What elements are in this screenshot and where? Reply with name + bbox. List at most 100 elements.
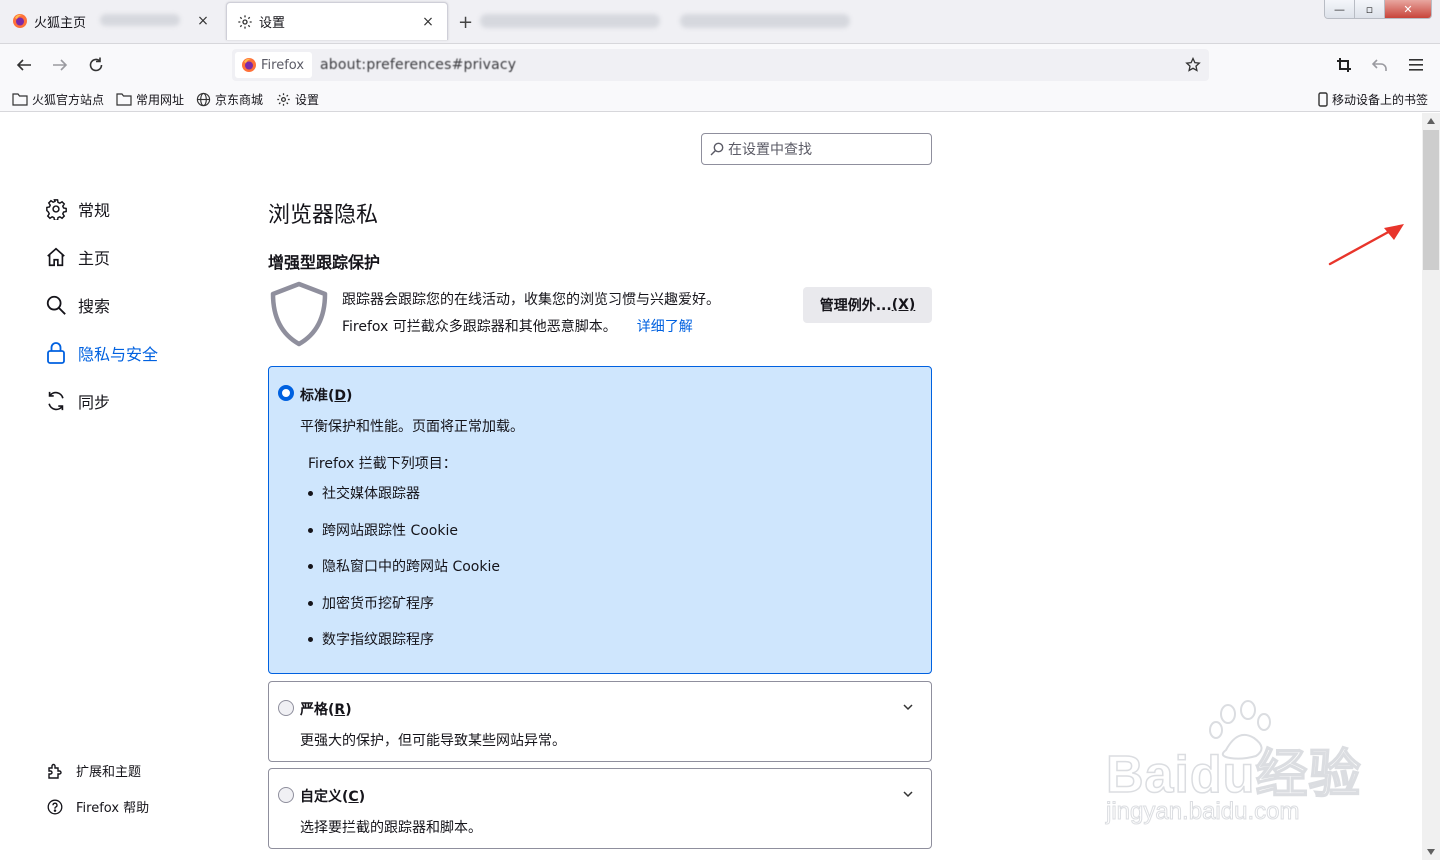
extensions-themes-link[interactable]: 扩展和主题 — [46, 761, 141, 780]
blocked-item-label: 社交媒体跟踪器 — [322, 486, 420, 502]
option-description: 平衡保护和性能。页面将正常加载。 — [300, 419, 524, 435]
option-label: 自定义 — [300, 789, 342, 805]
shield-icon — [270, 281, 328, 347]
folder-icon — [116, 93, 132, 106]
help-icon — [46, 798, 64, 816]
baidu-jingyan-watermark: Baidu经验 jingyan.baidu.com — [1100, 700, 1370, 830]
blocked-item: 隐私窗口中的跨网站 Cookie — [308, 556, 500, 576]
blocked-item-label: 跨网站跟踪性 Cookie — [322, 523, 458, 539]
option-label: 标准 — [300, 388, 328, 404]
blurred-tabs — [480, 8, 900, 34]
minimize-button[interactable]: — — [1325, 0, 1355, 18]
new-tab-button[interactable]: + — [458, 12, 473, 33]
radio-standard[interactable] — [278, 385, 294, 401]
footer-link-label: 扩展和主题 — [76, 765, 142, 780]
lock-icon — [44, 341, 68, 365]
reload-button[interactable] — [84, 53, 108, 77]
crop-icon — [1337, 58, 1351, 72]
option-title: 自定义(C) — [300, 789, 366, 805]
category-label: 常规 — [78, 201, 111, 220]
bookmark-item[interactable]: 常用网址 — [116, 90, 184, 108]
category-general[interactable]: 常规 — [44, 197, 110, 221]
globe-icon — [196, 92, 211, 106]
search-icon — [44, 293, 68, 317]
hamburger-menu-icon — [1409, 59, 1423, 71]
app-menu-button[interactable] — [1404, 53, 1428, 77]
category-label: 同步 — [78, 393, 111, 412]
scrollbar-thumb[interactable] — [1423, 130, 1439, 270]
home-icon — [44, 245, 68, 269]
chevron-down-icon[interactable] — [901, 787, 915, 801]
tab-strip: 火狐主页 × 设置 × + — ▫ ✕ — [0, 0, 1440, 44]
search-icon — [710, 142, 724, 156]
preferences-page: 在设置中查找 常规 主页 搜索 隐私与安全 同步 扩展和主题 Firefox 帮… — [0, 113, 1422, 860]
page-title: 浏览器隐私 — [268, 203, 379, 228]
option-title: 标准(D) — [300, 388, 353, 404]
accesskey: (X) — [891, 297, 916, 313]
option-custom[interactable]: 自定义(C) 选择要拦截的跟踪器和脚本。 — [268, 768, 932, 849]
annotation-arrow-icon — [1328, 224, 1404, 266]
scroll-up-arrow-icon[interactable] — [1422, 113, 1440, 129]
url-bar[interactable]: Firefox about:preferences#privacy — [232, 49, 1209, 81]
sync-icon — [44, 389, 68, 413]
bookmark-item[interactable]: 设置 — [276, 90, 319, 108]
identity-label: Firefox — [261, 57, 305, 73]
bullet — [308, 563, 313, 569]
vertical-scrollbar[interactable] — [1422, 113, 1440, 860]
category-home[interactable]: 主页 — [44, 245, 110, 269]
search-placeholder: 在设置中查找 — [728, 142, 812, 158]
bookmark-star-icon[interactable] — [1183, 55, 1203, 75]
blocked-item: 社交媒体跟踪器 — [308, 483, 420, 503]
window-controls: — ▫ ✕ — [1324, 0, 1432, 19]
chevron-down-icon[interactable] — [901, 700, 915, 714]
arrow-right-icon — [53, 59, 68, 71]
undo-button[interactable] — [1368, 53, 1392, 77]
bullet — [308, 527, 313, 533]
watermark-product: 经验 — [1255, 745, 1362, 805]
back-button[interactable] — [12, 53, 36, 77]
bookmark-label: 设置 — [295, 92, 320, 107]
radio-strict[interactable] — [278, 700, 294, 716]
option-label: 严格 — [300, 702, 328, 718]
restore-button[interactable]: ▫ — [1355, 0, 1385, 18]
scroll-down-arrow-icon[interactable] — [1422, 844, 1440, 860]
tab-settings[interactable]: 设置 × — [226, 2, 448, 40]
bookmark-item[interactable]: 京东商城 — [196, 90, 263, 108]
close-window-button[interactable]: ✕ — [1385, 0, 1431, 18]
blocked-item: 数字指纹跟踪程序 — [308, 629, 434, 649]
manage-exceptions-button[interactable]: 管理例外... (X) — [803, 287, 932, 323]
radio-custom[interactable] — [278, 787, 294, 803]
gear-icon — [44, 197, 68, 221]
url-text[interactable]: about:preferences#privacy — [320, 57, 516, 73]
forward-button[interactable] — [48, 53, 72, 77]
category-search[interactable]: 搜索 — [44, 293, 110, 317]
blocks-title: Firefox 拦截下列项目： — [308, 456, 457, 472]
option-title: 严格(R) — [300, 702, 352, 718]
category-sync[interactable]: 同步 — [44, 389, 110, 413]
blocked-item-label: 隐私窗口中的跨网站 Cookie — [322, 559, 500, 575]
bookmark-item[interactable]: 火狐官方站点 — [12, 90, 104, 108]
firefox-help-link[interactable]: Firefox 帮助 — [46, 797, 149, 816]
option-description: 选择要拦截的跟踪器和脚本。 — [300, 820, 482, 836]
section-title: 增强型跟踪保护 — [268, 253, 381, 272]
identity-box[interactable]: Firefox — [235, 52, 313, 78]
option-description: 更强大的保护，但可能导致某些网站异常。 — [300, 733, 566, 749]
accesskey: C — [348, 789, 359, 805]
mobile-bookmarks[interactable]: 移动设备上的书签 — [1318, 90, 1428, 108]
tab-close-icon[interactable]: × — [194, 12, 212, 30]
undo-icon — [1372, 59, 1387, 71]
button-label: 管理例外... — [819, 298, 892, 314]
tab-close-icon[interactable]: × — [419, 13, 437, 31]
option-standard[interactable]: 标准(D) 平衡保护和性能。页面将正常加载。 Firefox 拦截下列项目： 社… — [268, 366, 932, 674]
folder-icon — [12, 93, 28, 106]
learn-more-link[interactable]: 详细了解 — [637, 319, 693, 335]
settings-search-input[interactable]: 在设置中查找 — [701, 133, 932, 165]
bookmark-label: 移动设备上的书签 — [1332, 92, 1429, 107]
category-privacy-security[interactable]: 隐私与安全 — [44, 341, 158, 365]
puzzle-icon — [46, 762, 64, 780]
option-strict[interactable]: 严格(R) 更强大的保护，但可能导致某些网站异常。 — [268, 681, 932, 762]
bullet — [308, 636, 313, 642]
gear-icon — [237, 14, 253, 30]
etp-description-2: Firefox 可拦截众多跟踪器和其他恶意脚本。 详细了解 — [342, 316, 693, 336]
screenshot-button[interactable] — [1332, 53, 1356, 77]
